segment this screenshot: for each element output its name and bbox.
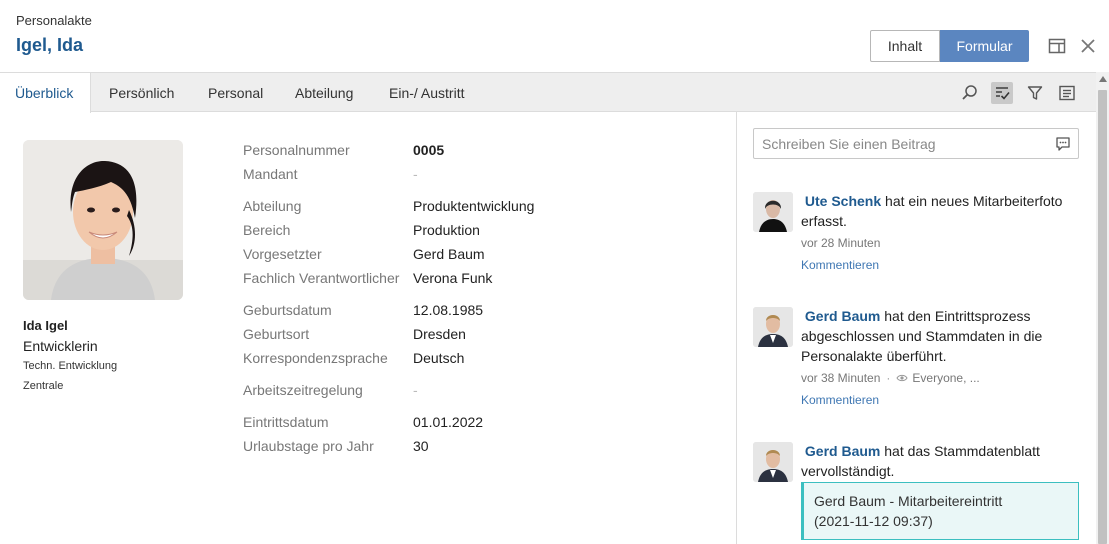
profile-role: Entwicklerin xyxy=(23,338,98,354)
field-label: Eintrittsdatum xyxy=(243,414,329,430)
profile-name: Ida Igel xyxy=(23,318,68,333)
page-title: Igel, Ida xyxy=(16,35,84,55)
tab-persoenlich[interactable]: Persönlich xyxy=(109,73,174,112)
profile-department: Techn. Entwicklung xyxy=(23,360,118,372)
layout-icon[interactable] xyxy=(1047,36,1067,56)
comment-icon[interactable] xyxy=(1054,135,1072,153)
feed-text-line: hat ein neues Mitarbeiterfoto xyxy=(885,193,1063,209)
inhalt-button[interactable]: Inhalt xyxy=(870,30,940,62)
eye-icon xyxy=(896,373,908,383)
feed-text-line: abgeschlossen und Stammdaten in die xyxy=(801,328,1043,344)
attachment-title: Gerd Baum - Mitarbeitereintritt xyxy=(814,493,1003,509)
feed-author-link[interactable]: Ute Schenk xyxy=(805,193,881,209)
profile-photo xyxy=(23,140,183,300)
tab-bar: Überblick Persönlich Personal Abteilung … xyxy=(0,72,1096,113)
feed-visibility[interactable]: Everyone, ... xyxy=(912,371,979,385)
scroll-thumb[interactable] xyxy=(1098,90,1107,544)
feed-item-text: Ute Schenk hat ein neues Mitarbeiterfoto… xyxy=(801,191,1071,231)
field-label: Personalnummer xyxy=(243,142,350,158)
feed-author-link[interactable]: Gerd Baum xyxy=(805,308,880,324)
field-label: Bereich xyxy=(243,222,291,238)
feed-item-text: Gerd Baum hat das Stammdatenblatt vervol… xyxy=(801,441,1071,481)
field-value: - xyxy=(413,382,418,398)
field-label: Arbeitszeitregelung xyxy=(243,382,363,398)
close-icon[interactable] xyxy=(1078,36,1098,56)
tab-abteilung[interactable]: Abteilung xyxy=(295,73,353,112)
scroll-up-arrow-icon[interactable] xyxy=(1099,76,1107,82)
checklist-icon[interactable] xyxy=(991,82,1013,104)
field-label: Abteilung xyxy=(243,198,302,214)
feed-time: vor 38 Minuten xyxy=(801,371,881,385)
feed-item-text: Gerd Baum hat den Eintrittsprozess abges… xyxy=(801,306,1071,366)
header: Personalakte Igel, Ida Inhalt Formular xyxy=(0,0,1109,72)
field-label: Mandant xyxy=(243,166,298,182)
filter-icon[interactable] xyxy=(1024,82,1046,104)
feed-author-link[interactable]: Gerd Baum xyxy=(805,443,880,459)
scrollbar[interactable] xyxy=(1096,72,1109,544)
field-value: Produktentwicklung xyxy=(413,198,535,214)
panel-divider xyxy=(736,112,737,544)
field-label: Geburtsdatum xyxy=(243,302,332,318)
field-value: Gerd Baum xyxy=(413,246,485,262)
list-icon[interactable] xyxy=(1056,82,1078,104)
attachment-date: (2021-11-12 09:37) xyxy=(814,513,933,529)
formular-button[interactable]: Formular xyxy=(940,30,1029,62)
feed-text-line: hat das Stammdatenblatt xyxy=(884,443,1040,459)
feed-meta: vor 38 Minuten · Everyone, ... xyxy=(801,371,980,385)
field-value: - xyxy=(413,166,418,182)
breadcrumb: Personalakte xyxy=(16,13,92,28)
feed-text-line: erfasst. xyxy=(801,213,847,229)
field-value: Produktion xyxy=(413,222,480,238)
profile-location: Zentrale xyxy=(23,380,64,392)
view-toggle: Inhalt Formular xyxy=(870,30,1029,62)
field-value: Dresden xyxy=(413,326,466,342)
feed-text-line: vervollständigt. xyxy=(801,463,895,479)
tab-ein-austritt[interactable]: Ein-/ Austritt xyxy=(389,73,464,112)
field-label: Urlaubstage pro Jahr xyxy=(243,438,374,454)
field-value: 12.08.1985 xyxy=(413,302,484,318)
search-icon[interactable] xyxy=(959,82,981,104)
tab-personal[interactable]: Personal xyxy=(208,73,263,112)
field-value: 01.01.2022 xyxy=(413,414,484,430)
post-input[interactable]: Schreiben Sie einen Beitrag xyxy=(753,128,1079,159)
tab-ueberblick[interactable]: Überblick xyxy=(0,73,91,113)
attachment-card[interactable]: Gerd Baum - Mitarbeitereintritt (2021-11… xyxy=(801,482,1079,540)
comment-link[interactable]: Kommentieren xyxy=(801,393,879,407)
field-value: Verona Funk xyxy=(413,270,493,286)
field-value: 0005 xyxy=(413,142,445,158)
comment-link[interactable]: Kommentieren xyxy=(801,258,879,272)
field-label: Vorgesetzter xyxy=(243,246,322,262)
avatar xyxy=(753,192,793,232)
feed-time: vor 28 Minuten xyxy=(801,236,881,250)
field-label: Geburtsort xyxy=(243,326,310,342)
avatar xyxy=(753,307,793,347)
feed-text-line: Personalakte überführt. xyxy=(801,348,947,364)
avatar xyxy=(753,442,793,482)
field-label: Fachlich Verantwortlicher xyxy=(243,270,400,286)
feed-text-line: hat den Eintrittsprozess xyxy=(884,308,1031,324)
field-label: Korrespondenzsprache xyxy=(243,350,388,366)
field-value: 30 xyxy=(413,438,429,454)
field-value: Deutsch xyxy=(413,350,465,366)
